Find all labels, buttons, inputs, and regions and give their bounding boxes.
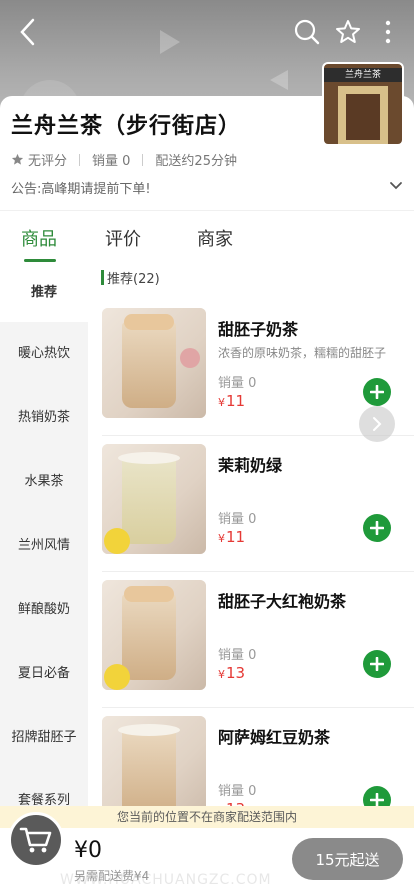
star-rating-icon xyxy=(11,153,24,165)
plus-icon xyxy=(370,657,384,671)
sidebar-item-recommend[interactable]: 推荐 xyxy=(0,264,88,322)
search-button[interactable] xyxy=(289,14,325,50)
plus-icon xyxy=(370,385,384,399)
expand-notice-button[interactable] xyxy=(389,178,403,197)
category-sidebar: 推荐 暖心热饮 热销奶茶 水果茶 兰州风情 鲜酿酸奶 夏日必备 招牌甜胚子 套餐… xyxy=(0,264,88,808)
back-button[interactable] xyxy=(10,14,46,50)
sidebar-item-summer[interactable]: 夏日必备 xyxy=(0,642,88,706)
cart-total: ¥0 xyxy=(74,838,102,863)
chevron-down-icon xyxy=(390,182,402,190)
store-stats: 无评分 销量 0 配送约25分钟 xyxy=(11,150,237,169)
product-name: 甜胚子奶茶 xyxy=(218,320,299,339)
product-price: ¥13 xyxy=(218,664,246,682)
rating-text: 无评分 xyxy=(28,154,68,169)
product-price: ¥11 xyxy=(218,528,246,546)
section-title: 推荐(22) xyxy=(107,272,160,287)
add-to-cart-button[interactable] xyxy=(363,786,391,808)
product-sales: 销量 0 xyxy=(218,512,257,527)
cart-button[interactable] xyxy=(8,812,64,868)
store-notice[interactable]: 公告:高峰期请提前下单! xyxy=(11,178,151,197)
product-image[interactable] xyxy=(102,444,206,554)
add-to-cart-button[interactable] xyxy=(363,378,391,406)
chevron-right-icon xyxy=(373,417,382,431)
product-item[interactable]: 茉莉奶绿 销量 0 ¥11 xyxy=(88,436,414,572)
watermark: WWW.HUACHUANGZC.COM xyxy=(60,872,272,888)
plus-icon xyxy=(370,521,384,535)
tab-merchant[interactable]: 商家 xyxy=(197,225,233,251)
sidebar-item-lanzhou[interactable]: 兰州风情 xyxy=(0,514,88,578)
product-image[interactable] xyxy=(102,308,206,418)
star-icon xyxy=(336,20,360,43)
plus-icon xyxy=(370,793,384,807)
tab-reviews[interactable]: 评价 xyxy=(105,225,141,251)
more-button[interactable] xyxy=(370,14,406,50)
product-sales: 销量 0 xyxy=(218,648,257,663)
sidebar-item-signature[interactable]: 招牌甜胚子 xyxy=(0,706,88,770)
product-price: ¥11 xyxy=(218,392,246,410)
chevron-left-icon xyxy=(20,18,35,46)
sidebar-item-hot-drinks[interactable]: 暖心热饮 xyxy=(0,322,88,386)
search-icon xyxy=(294,19,320,45)
store-photo[interactable]: 兰舟兰茶 xyxy=(322,62,404,146)
store-name: 兰舟兰茶（步行街店） xyxy=(11,114,242,139)
sidebar-item-combo[interactable]: 套餐系列 xyxy=(0,778,88,808)
product-image[interactable] xyxy=(102,580,206,690)
more-vertical-icon xyxy=(385,20,391,44)
product-description: 浓香的原味奶茶，糯糯的甜胚子 xyxy=(218,346,387,360)
tab-products[interactable]: 商品 xyxy=(21,225,57,251)
product-item[interactable]: 甜胚子大红袍奶茶 销量 0 ¥13 xyxy=(88,572,414,708)
delivery-range-notice: 您当前的位置不在商家配送范围内 xyxy=(0,806,414,828)
product-item[interactable]: 阿萨姆红豆奶茶 销量 0 ¥13 xyxy=(88,708,414,808)
store-tabs: 商品 评价 商家 xyxy=(0,210,414,264)
product-image[interactable] xyxy=(102,716,206,808)
shopping-cart-icon xyxy=(19,827,52,853)
store-page: 兰舟兰茶 兰舟兰茶（步行街店） 无评分 销量 0 配送约25分钟 公告:高峰期请… xyxy=(0,0,414,896)
sidebar-item-yogurt[interactable]: 鲜酿酸奶 xyxy=(0,578,88,642)
active-tab-indicator xyxy=(24,259,56,262)
sidebar-item-fruit-tea[interactable]: 水果茶 xyxy=(0,450,88,514)
product-name: 甜胚子大红袍奶茶 xyxy=(218,592,347,611)
sales-text: 销量 0 xyxy=(92,154,131,169)
favorite-button[interactable] xyxy=(330,14,366,50)
add-to-cart-button[interactable] xyxy=(363,514,391,542)
add-to-cart-button[interactable] xyxy=(363,650,391,678)
sidebar-item-milk-tea[interactable]: 热销奶茶 xyxy=(0,386,88,450)
product-name: 阿萨姆红豆奶茶 xyxy=(218,728,331,747)
product-name: 茉莉奶绿 xyxy=(218,456,283,475)
checkout-button[interactable]: 15元起送 xyxy=(292,838,403,880)
delivery-time-text: 配送约25分钟 xyxy=(155,154,237,169)
product-sales: 销量 0 xyxy=(218,376,257,391)
product-sales: 销量 0 xyxy=(218,784,257,799)
section-header: 推荐(22) xyxy=(101,268,160,287)
scroll-right-button[interactable] xyxy=(359,406,395,442)
store-photo-sign: 兰舟兰茶 xyxy=(344,70,381,80)
product-list: 推荐(22) 甜胚子奶茶 浓香的原味奶茶，糯糯的甜胚子 销量 0 ¥11 茉莉奶… xyxy=(88,264,414,808)
